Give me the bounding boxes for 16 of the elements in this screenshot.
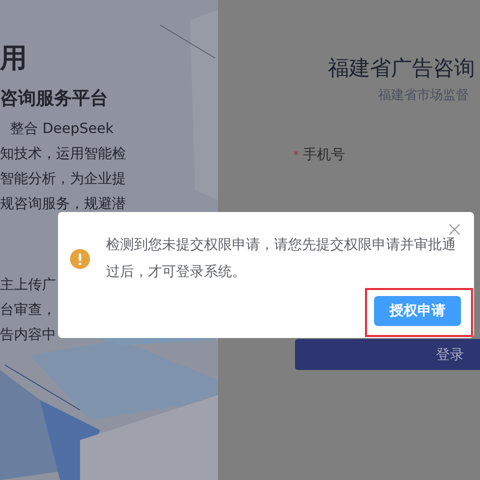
- description-line: 主上传广: [0, 276, 56, 295]
- required-mark: *: [293, 148, 299, 162]
- description-line: 台审查，: [0, 301, 56, 320]
- description-line: 知技术，运用智能检: [0, 145, 126, 164]
- description-line: 整合 DeepSeek: [9, 120, 114, 139]
- warning-icon: [70, 249, 90, 269]
- login-button[interactable]: 登录: [295, 339, 480, 370]
- description-line: 智能分析，为企业提: [0, 170, 126, 189]
- apply-button[interactable]: 授权申请: [374, 296, 461, 326]
- field-label: 手机号: [303, 146, 345, 164]
- close-icon[interactable]: [449, 224, 460, 235]
- subtitle-text: 咨询服务平台: [0, 87, 108, 111]
- alert-message: 检测到您未提交权限申请，请您先提交权限申请并审批通过后，才可登录系统。: [106, 236, 457, 282]
- platform-title: 福建省广告咨询: [328, 55, 476, 82]
- description-line: 告内容中: [0, 326, 56, 345]
- description-line: 规咨询服务，规避潜: [0, 195, 126, 214]
